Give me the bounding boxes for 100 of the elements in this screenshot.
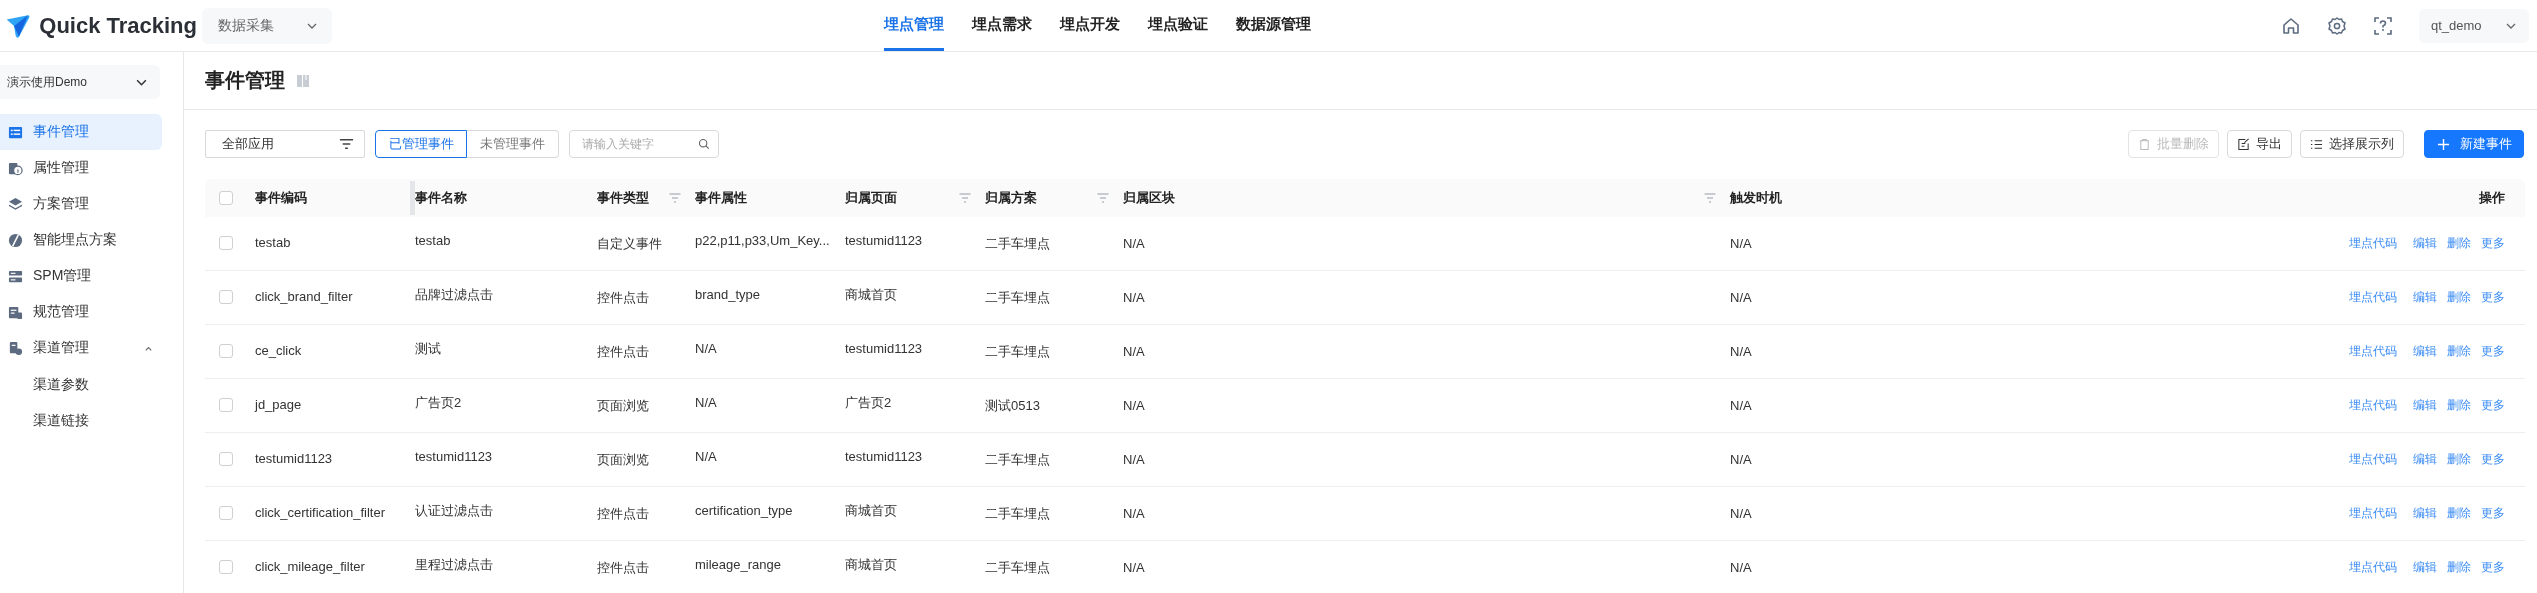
code-link[interactable]: 埋点代码: [2349, 449, 2397, 469]
filter-icon[interactable]: [669, 193, 681, 203]
layers-icon: [8, 196, 23, 212]
more-link[interactable]: 更多: [2481, 557, 2505, 577]
nav-tab[interactable]: 埋点验证: [1148, 0, 1208, 51]
sidebar-item[interactable]: 事件管理: [0, 114, 162, 150]
sidebar-item[interactable]: 方案管理: [0, 186, 162, 222]
sidebar-label: 渠道管理: [33, 339, 89, 357]
table-cell: 品牌过滤点击: [415, 287, 493, 302]
nav-tab[interactable]: 数据源管理: [1236, 0, 1311, 51]
delete-link[interactable]: 删除: [2447, 503, 2471, 523]
nav-tab[interactable]: 埋点开发: [1060, 0, 1120, 51]
sidebar-subitem[interactable]: 渠道链接: [0, 402, 183, 438]
help-scan-icon[interactable]: [2373, 15, 2393, 36]
sidebar-item[interactable]: 渠道管理: [0, 330, 162, 366]
delete-link[interactable]: 删除: [2447, 395, 2471, 415]
row-checkbox[interactable]: [219, 452, 233, 466]
code-link[interactable]: 埋点代码: [2349, 503, 2397, 523]
table-cell: N/A: [1730, 398, 1752, 413]
table-cell: 商城首页: [845, 287, 897, 302]
book-icon[interactable]: [297, 73, 309, 88]
row-checkbox[interactable]: [219, 344, 233, 358]
user-dropdown[interactable]: qt_demo: [2419, 8, 2529, 43]
nav-tab[interactable]: 埋点管理: [884, 0, 944, 51]
export-button[interactable]: 导出: [2227, 130, 2292, 158]
edit-link[interactable]: 编辑: [2413, 557, 2437, 577]
table-cell: 二手车埋点: [985, 506, 1050, 521]
filter-icon[interactable]: [1704, 193, 1716, 203]
row-checkbox[interactable]: [219, 560, 233, 574]
filter-icon: [339, 138, 354, 150]
edit-link[interactable]: 编辑: [2413, 449, 2437, 469]
table-cell: N/A: [1123, 290, 1145, 305]
table-cell: click_certification_filter: [255, 505, 386, 520]
more-link[interactable]: 更多: [2481, 341, 2505, 361]
create-button[interactable]: 新建事件: [2424, 130, 2524, 158]
sidebar-subitem[interactable]: 渠道参数: [0, 366, 183, 402]
more-link[interactable]: 更多: [2481, 233, 2505, 253]
plus-icon: [2436, 137, 2450, 151]
more-link[interactable]: 更多: [2481, 395, 2505, 415]
module-dropdown[interactable]: 数据采集: [202, 7, 332, 44]
delete-link[interactable]: 删除: [2447, 341, 2471, 361]
sidebar-item[interactable]: SPM管理: [0, 258, 162, 294]
segment-tab[interactable]: 未管理事件: [467, 130, 559, 158]
more-link[interactable]: 更多: [2481, 503, 2505, 523]
table-cell: 页面浏览: [597, 398, 649, 413]
select-all-checkbox[interactable]: [219, 191, 233, 205]
edit-link[interactable]: 编辑: [2413, 287, 2437, 307]
delete-link[interactable]: 删除: [2447, 287, 2471, 307]
search-field[interactable]: 请输入关键字: [569, 130, 719, 158]
table-cell: testumid1123: [845, 233, 923, 248]
table-cell: N/A: [1730, 290, 1752, 305]
table-cell: testumid1123: [845, 449, 923, 464]
sidebar-item[interactable]: 智能埋点方案: [0, 222, 162, 258]
table-cell: 二手车埋点: [985, 290, 1050, 305]
column-header: 归属区块: [1123, 189, 1175, 207]
edit-link[interactable]: 编辑: [2413, 395, 2437, 415]
filter-icon[interactable]: [959, 193, 971, 203]
code-link[interactable]: 埋点代码: [2349, 395, 2397, 415]
more-link[interactable]: 更多: [2481, 449, 2505, 469]
columns-button[interactable]: 选择展示列: [2300, 130, 2404, 158]
sidebar-item[interactable]: 属性管理: [0, 150, 162, 186]
column-header: 事件属性: [695, 189, 747, 207]
delete-link[interactable]: 删除: [2447, 557, 2471, 577]
code-link[interactable]: 埋点代码: [2349, 341, 2397, 361]
row-checkbox[interactable]: [219, 398, 233, 412]
settings-icon[interactable]: [2327, 15, 2347, 36]
table-cell: 控件点击: [597, 344, 649, 359]
delete-link[interactable]: 删除: [2447, 233, 2471, 253]
sidebar-label: 属性管理: [33, 159, 89, 177]
project-selector[interactable]: 演示使用Demo: [0, 65, 160, 99]
nav-tab[interactable]: 埋点需求: [972, 0, 1032, 51]
row-checkbox[interactable]: [219, 290, 233, 304]
table-cell: N/A: [1730, 452, 1752, 467]
code-link[interactable]: 埋点代码: [2349, 233, 2397, 253]
table-cell: testumid1123: [255, 451, 333, 466]
channel-icon: [8, 340, 23, 356]
table-cell: N/A: [1123, 236, 1145, 251]
delete-link[interactable]: 删除: [2447, 449, 2471, 469]
segment-tab[interactable]: 已管理事件: [375, 130, 467, 158]
row-checkbox[interactable]: [219, 506, 233, 520]
page-title: 事件管理: [205, 68, 285, 93]
edit-link[interactable]: 编辑: [2413, 503, 2437, 523]
table-cell: click_brand_filter: [255, 289, 353, 304]
table-cell: 控件点击: [597, 560, 649, 575]
edit-link[interactable]: 编辑: [2413, 233, 2437, 253]
sidebar-label: 方案管理: [33, 195, 89, 213]
app-filter[interactable]: 全部应用: [205, 130, 365, 158]
code-link[interactable]: 埋点代码: [2349, 287, 2397, 307]
table-cell: brand_type: [695, 287, 761, 302]
filter-icon[interactable]: [1097, 193, 1109, 203]
sidebar-item[interactable]: 规范管理: [0, 294, 162, 330]
column-header: 触发时机: [1730, 189, 1782, 207]
column-header: 归属页面: [845, 189, 897, 207]
search-icon: [698, 138, 710, 150]
column-header: 事件类型: [597, 189, 649, 207]
home-icon[interactable]: [2281, 15, 2301, 36]
row-checkbox[interactable]: [219, 236, 233, 250]
edit-link[interactable]: 编辑: [2413, 341, 2437, 361]
more-link[interactable]: 更多: [2481, 287, 2505, 307]
code-link[interactable]: 埋点代码: [2349, 557, 2397, 577]
